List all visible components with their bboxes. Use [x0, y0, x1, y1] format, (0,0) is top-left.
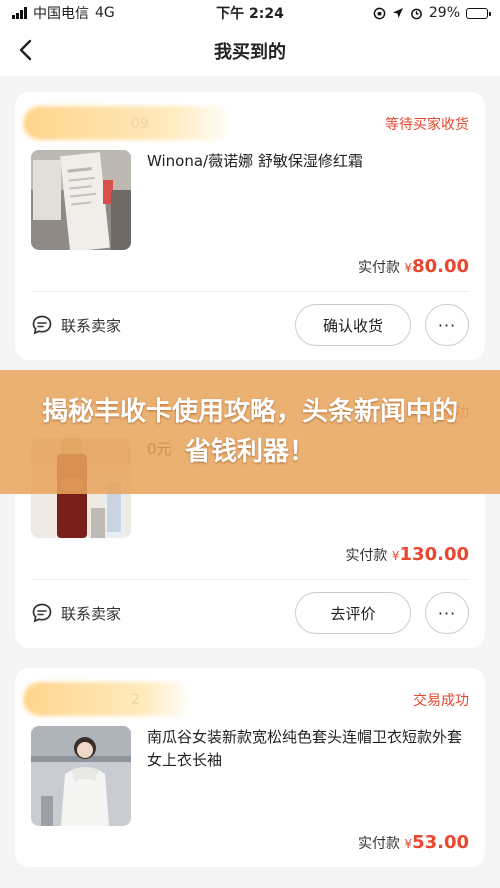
order-header: 09 等待买家收货	[23, 106, 469, 140]
divider	[31, 579, 469, 580]
product-title[interactable]: 南瓜谷女装新款宽松纯色套头连帽卫衣短款外套女上衣长袖	[147, 726, 469, 826]
order-price: 130.00	[399, 544, 469, 565]
promo-banner[interactable]: 揭秘丰收卡使用攻略，头条新闻中的省钱利器！	[0, 370, 500, 494]
price-label: 实付款	[357, 836, 400, 852]
order-status: 等待买家收货	[385, 117, 469, 133]
product-image[interactable]	[31, 726, 131, 826]
divider	[31, 291, 469, 292]
network-label: 4G	[95, 5, 115, 21]
review-button[interactable]: 去评价	[295, 592, 411, 634]
confirm-receipt-button[interactable]: 确认收货	[295, 304, 411, 346]
order-price: 80.00	[412, 256, 469, 277]
product-row[interactable]: Winona/薇诺娜 舒敏保湿修红霜	[31, 150, 469, 250]
contact-seller-label: 联系卖家	[61, 316, 122, 335]
chevron-left-icon	[19, 39, 32, 61]
back-button[interactable]	[10, 34, 42, 66]
product-image[interactable]	[31, 150, 131, 250]
status-left: 中国电信 4G	[12, 3, 115, 23]
nav-header: 我买到的	[0, 26, 500, 76]
price-label: 实付款	[345, 548, 388, 564]
location-icon	[392, 8, 403, 18]
currency-symbol: ¥	[404, 261, 413, 275]
contact-seller-label: 联系卖家	[61, 604, 122, 623]
product-title[interactable]: Winona/薇诺娜 舒敏保湿修红霜	[147, 150, 363, 250]
more-options-button[interactable]: ···	[425, 592, 469, 634]
more-options-button[interactable]: ···	[425, 304, 469, 346]
contact-seller-button[interactable]: 联系卖家	[31, 314, 121, 336]
page-title: 我买到的	[214, 42, 286, 63]
product-row[interactable]: 南瓜谷女装新款宽松纯色套头连帽卫衣短款外套女上衣长袖	[31, 726, 469, 826]
price-row: 实付款 ¥53.00	[31, 832, 469, 853]
seller-redaction	[23, 682, 193, 716]
order-status: 交易成功	[413, 693, 469, 709]
alarm-icon	[410, 8, 422, 19]
promo-banner-text: 揭秘丰收卡使用攻略，头条新闻中的省钱利器！	[41, 397, 458, 467]
contact-seller-button[interactable]: 联系卖家	[31, 602, 121, 624]
chat-bubble-icon	[32, 603, 52, 623]
currency-symbol: ¥	[391, 549, 400, 563]
order-card[interactable]: 2 交易成功 南瓜谷女装新款宽松纯色套头连帽卫衣短款外套女上衣长袖 实付款	[15, 668, 485, 867]
signal-icon	[12, 7, 27, 19]
status-bar: 中国电信 4G 下午 2:24 29%	[0, 0, 500, 26]
battery-percent: 29%	[428, 5, 460, 21]
price-row: 实付款 ¥80.00	[31, 256, 469, 277]
carrier-label: 中国电信	[33, 6, 89, 22]
seller-redaction	[23, 106, 233, 140]
chat-bubble-icon	[32, 315, 52, 335]
status-right: 29%	[373, 5, 491, 21]
order-header: 2 交易成功	[23, 682, 469, 716]
order-actions: 联系卖家 确认收货 ···	[31, 304, 469, 346]
order-price: 53.00	[412, 832, 469, 853]
rotation-lock-icon	[373, 7, 386, 19]
currency-symbol: ¥	[404, 837, 413, 851]
battery-icon	[466, 7, 491, 19]
order-card[interactable]: 09 等待买家收货 Winona/薇诺娜 舒敏保湿	[15, 92, 485, 360]
order-actions: 联系卖家 去评价 ···	[31, 592, 469, 634]
price-label: 实付款	[357, 260, 400, 276]
price-row: 实付款 ¥130.00	[31, 544, 469, 565]
